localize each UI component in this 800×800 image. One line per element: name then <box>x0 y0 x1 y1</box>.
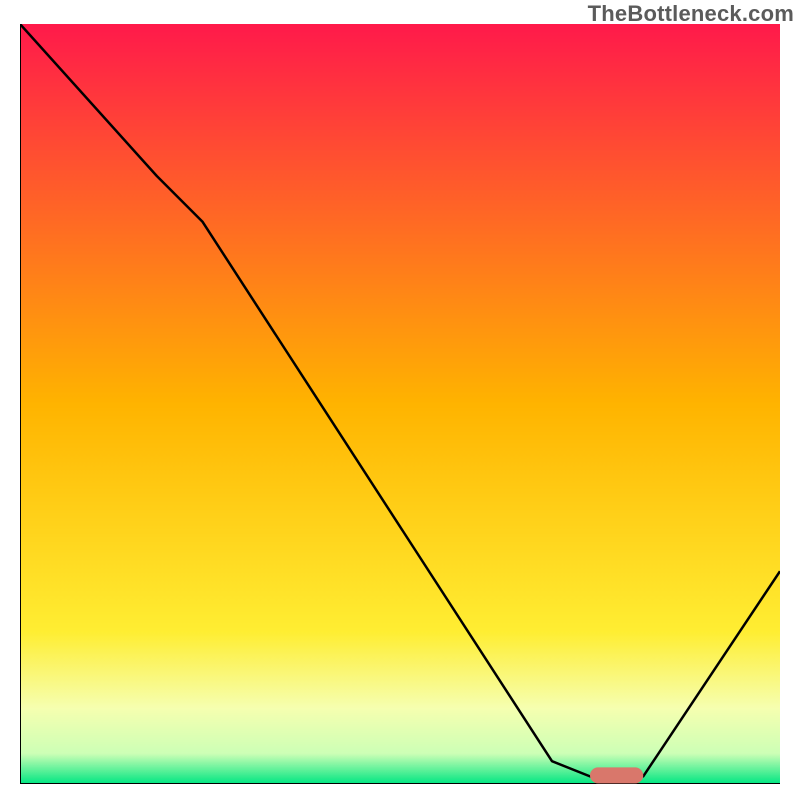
chart-overlay <box>20 24 780 784</box>
axes <box>20 24 780 784</box>
optimal-range-marker <box>590 767 643 783</box>
watermark-text: TheBottleneck.com <box>588 1 794 27</box>
bottleneck-chart <box>20 24 780 784</box>
bottleneck-curve <box>20 24 780 776</box>
